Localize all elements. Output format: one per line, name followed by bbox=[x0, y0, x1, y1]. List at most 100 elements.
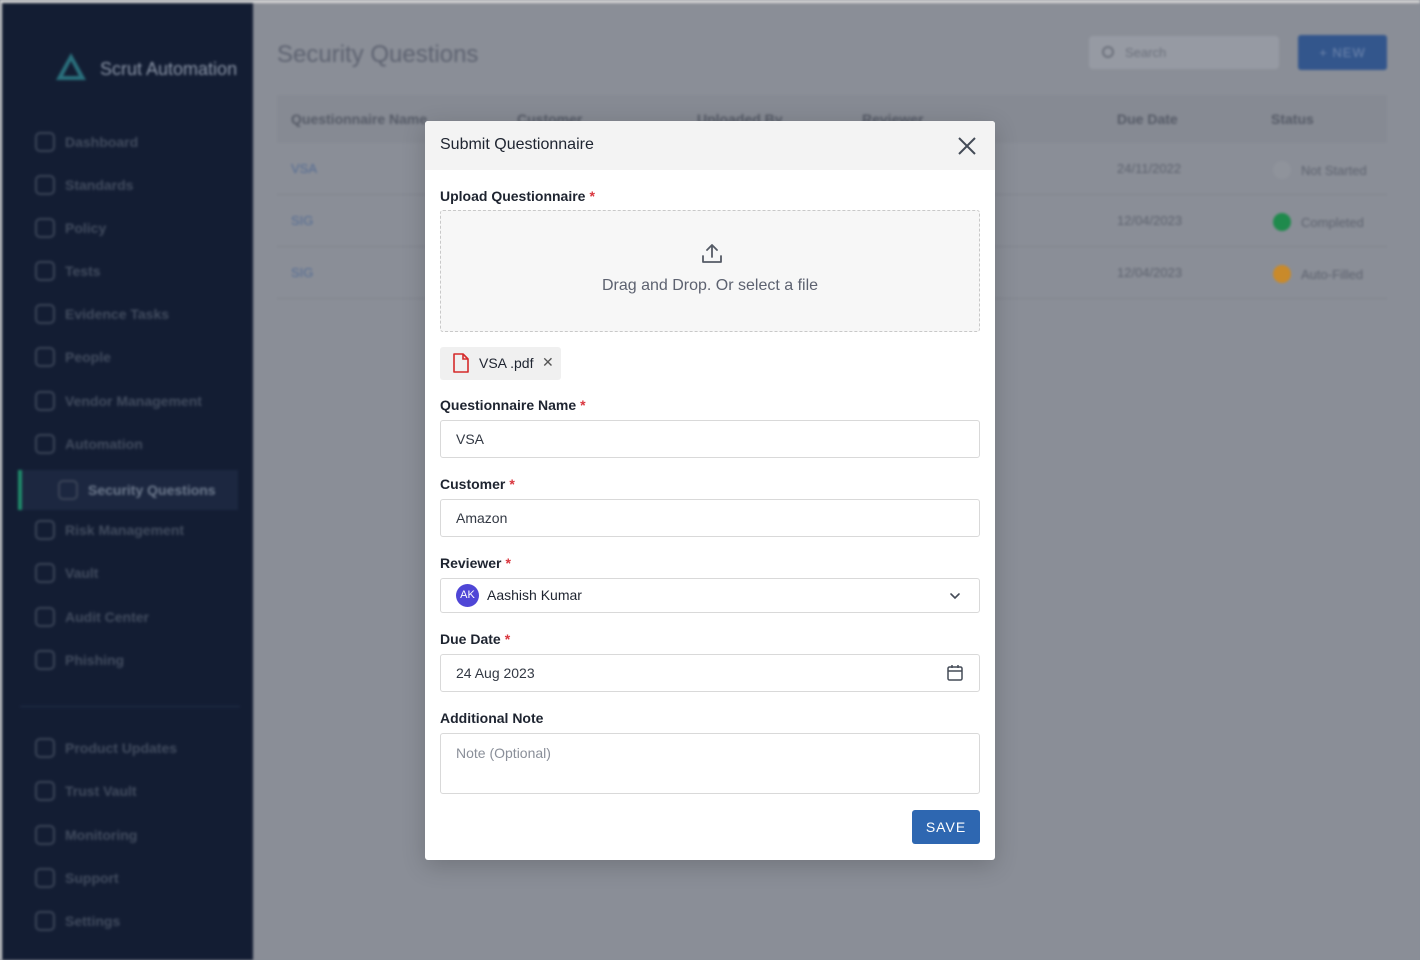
policy-icon bbox=[35, 218, 55, 238]
reviewer-value: Aashish Kumar bbox=[487, 587, 582, 603]
sidebar-item-label: Support bbox=[65, 870, 119, 886]
modal-title: Submit Questionnaire bbox=[440, 136, 594, 153]
label-text: Customer bbox=[440, 476, 506, 492]
remove-file-icon[interactable]: ✕ bbox=[542, 354, 554, 371]
automation-icon bbox=[35, 434, 55, 454]
status-badge: Not Started bbox=[1273, 161, 1367, 179]
due-date-value: 24 Aug 2023 bbox=[456, 665, 535, 681]
sidebar-item-label: Monitoring bbox=[65, 827, 138, 843]
column-header: Due Date bbox=[1117, 111, 1178, 127]
audit-icon bbox=[35, 607, 55, 627]
sidebar-item-label: Security Questions bbox=[88, 482, 216, 498]
search-input[interactable]: Search bbox=[1089, 36, 1279, 69]
sidebar-item-label: Audit Center bbox=[65, 609, 149, 625]
evidence-icon bbox=[35, 304, 55, 324]
dropzone-text: Drag and Drop. Or select a file bbox=[601, 277, 819, 294]
sidebar-item-label: Standards bbox=[65, 177, 134, 193]
calendar-icon[interactable] bbox=[946, 664, 964, 682]
questionnaire-link[interactable]: VSA bbox=[291, 161, 317, 176]
label-text: Questionnaire Name bbox=[440, 397, 577, 413]
new-button[interactable]: + NEW bbox=[1298, 35, 1387, 70]
standards-icon bbox=[35, 175, 55, 195]
sidebar-item[interactable]: Settings bbox=[35, 911, 120, 931]
sidebar-item-label: People bbox=[65, 349, 111, 365]
sidebar-item[interactable]: People bbox=[35, 347, 111, 367]
file-dropzone[interactable]: Drag and Drop. Or select a file bbox=[440, 210, 980, 332]
upload-icon bbox=[702, 244, 722, 263]
sidebar-item-label: Vendor Management bbox=[65, 393, 202, 409]
due-date-cell: 12/04/2023 bbox=[1117, 213, 1183, 228]
due-date-cell: 12/04/2023 bbox=[1117, 265, 1183, 280]
dashboard-icon bbox=[35, 132, 55, 152]
sidebar-item-label: Product Updates bbox=[65, 740, 178, 756]
sidebar-item-label: Vault bbox=[65, 565, 99, 581]
upload-label-text: Upload Questionnaire bbox=[440, 188, 586, 204]
sidebar-item-label: Automation bbox=[65, 436, 143, 452]
sidebar-item[interactable]: Policy bbox=[35, 218, 106, 238]
attached-file-chip: VSA .pdf ✕ bbox=[440, 347, 561, 380]
sidebar-item[interactable]: Audit Center bbox=[35, 607, 149, 627]
submit-questionnaire-modal: Submit Questionnaire Upload Questionnair… bbox=[425, 121, 995, 860]
reviewer-label: Reviewer * bbox=[440, 555, 511, 571]
status-text: Completed bbox=[1301, 214, 1364, 230]
status-badge: Auto-Filled bbox=[1273, 265, 1363, 283]
sidebar-item[interactable]: Trust Vault bbox=[35, 781, 137, 801]
questionnaire-name-input[interactable]: VSA bbox=[440, 420, 980, 458]
additional-note-label: Additional Note bbox=[440, 710, 544, 726]
status-badge: Completed bbox=[1273, 213, 1364, 231]
sidebar-item[interactable]: Support bbox=[35, 868, 119, 888]
sidebar-item-label: Trust Vault bbox=[65, 783, 137, 799]
customer-label: Customer * bbox=[440, 476, 515, 492]
required-mark: * bbox=[504, 631, 511, 647]
attached-file-name: VSA .pdf bbox=[479, 355, 534, 371]
sidebar-item-label: Policy bbox=[65, 220, 107, 236]
sidebar-item[interactable]: Standards bbox=[35, 175, 133, 195]
sidebar-item-active[interactable]: Security Questions bbox=[18, 470, 238, 510]
additional-note-textarea[interactable]: Note (Optional) bbox=[440, 733, 980, 794]
due-date-label: Due Date * bbox=[440, 631, 510, 647]
questionnaire-link[interactable]: SIG bbox=[291, 265, 313, 280]
sidebar-item[interactable]: Evidence Tasks bbox=[35, 304, 169, 324]
sidebar-item[interactable]: Product Updates bbox=[35, 738, 177, 758]
sidebar-item[interactable]: Vault bbox=[35, 563, 98, 583]
status-icon bbox=[1273, 161, 1291, 179]
due-date-cell: 24/11/2022 bbox=[1117, 161, 1182, 176]
label-text: Reviewer bbox=[440, 555, 502, 571]
sidebar-item[interactable]: Risk Management bbox=[35, 520, 184, 540]
sidebar-divider bbox=[20, 706, 240, 707]
vendor-icon bbox=[35, 391, 55, 411]
risk-icon bbox=[35, 520, 55, 540]
app-name: Scrut Automation bbox=[100, 58, 238, 79]
sidebar-item[interactable]: Automation bbox=[35, 434, 143, 454]
column-header[interactable]: Questionnaire Name bbox=[291, 111, 427, 127]
required-mark: * bbox=[580, 397, 586, 413]
due-date-input[interactable]: 24 Aug 2023 bbox=[440, 654, 980, 692]
sidebar: Scrut Automation Dashboard Standards Polic… bbox=[0, 3, 253, 960]
security-questions-icon bbox=[58, 480, 78, 500]
close-icon[interactable] bbox=[956, 135, 978, 157]
sidebar-item[interactable]: Tests bbox=[35, 261, 101, 281]
reviewer-select[interactable]: AK Aashish Kumar bbox=[440, 578, 980, 613]
page-title: Security Questions bbox=[277, 41, 479, 68]
upload-label: Upload Questionnaire * bbox=[440, 188, 595, 204]
sidebar-item[interactable]: Security Questions bbox=[58, 480, 216, 500]
sidebar-item-label: Tests bbox=[65, 263, 101, 279]
tests-icon bbox=[35, 261, 55, 281]
status-icon bbox=[1273, 265, 1291, 283]
status-text: Auto-Filled bbox=[1301, 266, 1364, 282]
sidebar-item[interactable]: Vendor Management bbox=[35, 391, 202, 411]
megaphone-icon bbox=[35, 738, 55, 758]
sidebar-item[interactable]: Dashboard bbox=[35, 132, 138, 152]
sidebar-item[interactable]: Monitoring bbox=[35, 825, 137, 845]
column-header: Status bbox=[1271, 111, 1314, 127]
avatar: AK bbox=[456, 584, 479, 607]
phishing-icon bbox=[35, 650, 55, 670]
app-logo: Scrut Automation bbox=[52, 50, 237, 88]
questionnaire-link[interactable]: SIG bbox=[291, 213, 313, 228]
flag-icon bbox=[35, 781, 55, 801]
save-button[interactable]: SAVE bbox=[912, 810, 980, 844]
status-text: Not Started bbox=[1301, 162, 1367, 178]
sidebar-item[interactable]: Phishing bbox=[35, 650, 124, 670]
customer-input[interactable]: Amazon bbox=[440, 499, 980, 537]
required-mark: * bbox=[509, 476, 515, 492]
